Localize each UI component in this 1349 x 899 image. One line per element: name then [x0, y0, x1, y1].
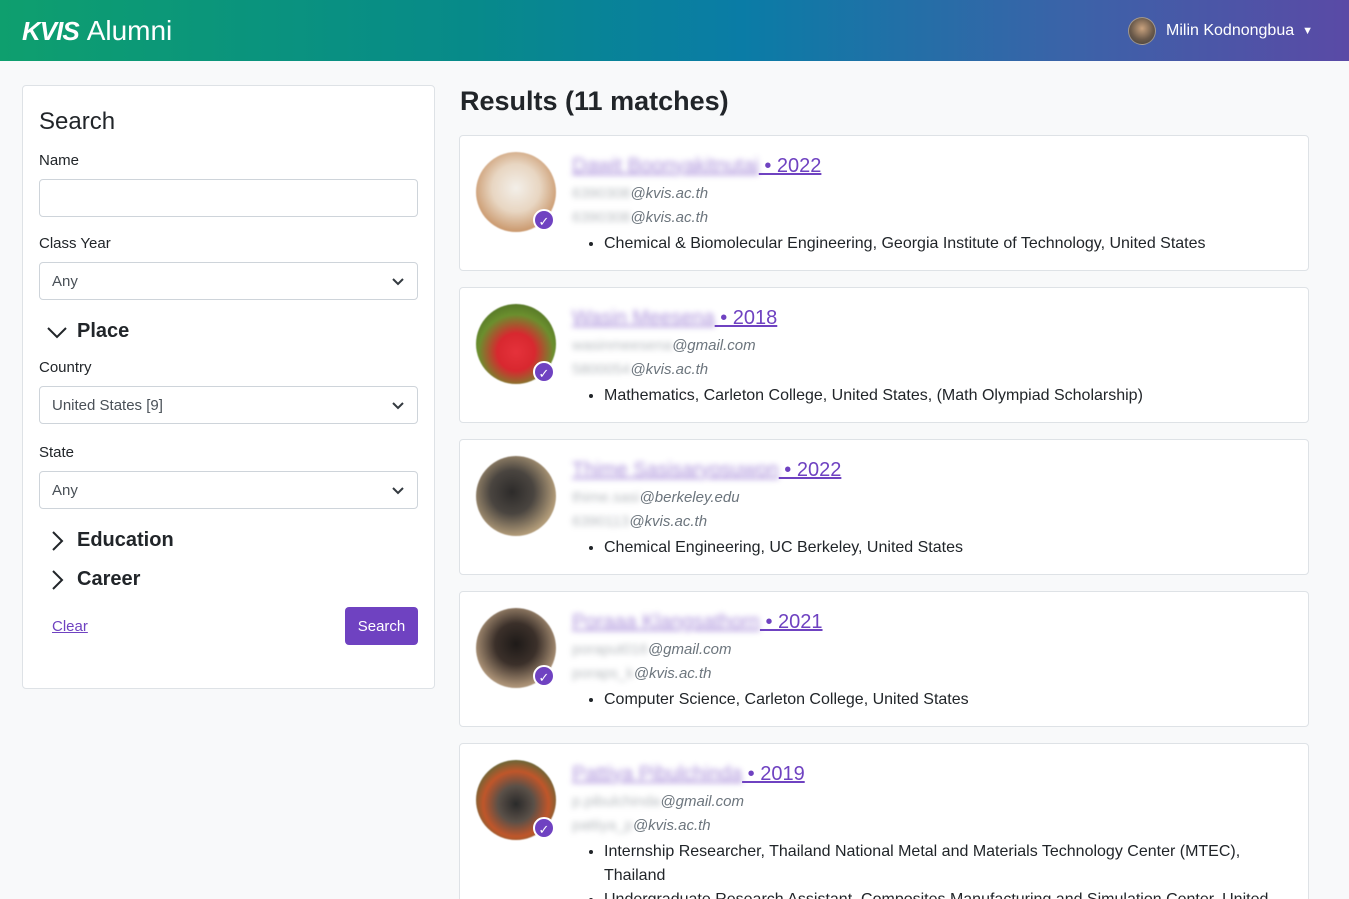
alumni-name-link[interactable]: Poraaa Klangsathorn • 2021	[572, 611, 1298, 634]
class-year-value: Any	[52, 272, 78, 290]
country-label: Country	[39, 359, 92, 376]
chevron-right-icon	[52, 530, 64, 551]
detail-item: Undergraduate Research Assistant, Compos…	[604, 888, 1298, 899]
state-select[interactable]: Any	[39, 471, 418, 509]
search-panel: Search Name Class Year Any Place Country…	[22, 85, 435, 689]
alumni-name-link[interactable]: Pattiya Pibulchinda • 2019	[572, 763, 1298, 786]
career-toggle[interactable]: Career	[39, 568, 418, 591]
alumni-details: Chemical & Biomolecular Engineering, Geo…	[572, 232, 1298, 256]
email-primary: thime.sasi@berkeley.edu	[572, 489, 740, 506]
result-card: ✓ Wasin Meesena • 2018 wasinmeesena@gmai…	[459, 287, 1309, 423]
alumni-year: • 2021	[759, 611, 823, 633]
user-avatar	[1128, 16, 1157, 45]
name-input[interactable]	[39, 179, 418, 217]
alumni-name: Poraaa Klangsathorn	[572, 611, 760, 633]
clear-link[interactable]: Clear	[52, 618, 88, 635]
alumni-name-link[interactable]: Dawit Boonyakitnutai • 2022	[572, 155, 1298, 178]
country-value: United States [9]	[52, 396, 163, 414]
name-label: Name	[39, 152, 80, 169]
chevron-right-icon	[52, 569, 64, 590]
career-label: Career	[77, 568, 141, 590]
email-primary: 6390308@kvis.ac.th	[572, 185, 709, 202]
alumni-name: Pattiya Pibulchinda	[572, 763, 743, 785]
search-button[interactable]: Search	[345, 607, 418, 645]
alumni-name: Thime Sasisaryosuwon	[572, 459, 779, 481]
email-secondary: 6390308@kvis.ac.th	[572, 209, 709, 226]
user-name: Milin Kodnongbua	[1166, 21, 1295, 39]
place-toggle[interactable]: Place	[39, 320, 418, 343]
chevron-down-icon	[392, 487, 404, 495]
email-primary: poraput016@gmail.com	[572, 641, 732, 658]
caret-down-icon: ▼	[1302, 24, 1313, 37]
detail-item: Chemical Engineering, UC Berkeley, Unite…	[604, 536, 1298, 560]
chevron-down-icon	[392, 402, 404, 410]
profile-photo	[476, 456, 556, 536]
detail-item: Internship Researcher, Thailand National…	[604, 840, 1298, 888]
chevron-down-icon	[392, 278, 404, 286]
alumni-details: Internship Researcher, Thailand National…	[572, 840, 1298, 899]
country-select[interactable]: United States [9]	[39, 386, 418, 424]
email-secondary: 5800054@kvis.ac.th	[572, 361, 709, 378]
place-label: Place	[77, 320, 130, 342]
brand-text: Alumni	[86, 14, 173, 46]
alumni-year: • 2019	[742, 763, 805, 785]
search-actions: Clear Search	[39, 607, 418, 645]
detail-item: Chemical & Biomolecular Engineering, Geo…	[604, 232, 1298, 256]
result-card: ✓ Pattiya Pibulchinda • 2019 p.pibulchin…	[459, 743, 1309, 899]
user-menu[interactable]: Milin Kodnongbua ▼	[1128, 16, 1313, 45]
alumni-name-link[interactable]: Wasin Meesena • 2018	[572, 307, 1298, 330]
result-card: ✓ Dawit Boonyakitnutai • 2022 6390308@kv…	[459, 135, 1309, 271]
chevron-down-icon	[47, 326, 67, 338]
alumni-name-link[interactable]: Thime Sasisaryosuwon • 2022	[572, 459, 1298, 482]
alumni-details: Computer Science, Carleton College, Unit…	[572, 688, 1298, 712]
email-primary: p.pibulchinda@gmail.com	[572, 793, 744, 810]
email-primary: wasinmeesena@gmail.com	[572, 337, 756, 354]
email-secondary: 6390113@kvis.ac.th	[572, 513, 708, 530]
verified-check-icon: ✓	[533, 361, 555, 383]
detail-item: Computer Science, Carleton College, Unit…	[604, 688, 1298, 712]
education-label: Education	[77, 529, 174, 551]
email-secondary: poraps_k@kvis.ac.th	[572, 665, 712, 682]
alumni-details: Chemical Engineering, UC Berkeley, Unite…	[572, 536, 1298, 560]
state-label: State	[39, 444, 75, 461]
state-value: Any	[52, 481, 78, 499]
verified-check-icon: ✓	[533, 209, 555, 231]
result-card: Thime Sasisaryosuwon • 2022 thime.sasi@b…	[459, 439, 1309, 575]
detail-item: Mathematics, Carleton College, United St…	[604, 384, 1298, 408]
verified-check-icon: ✓	[533, 817, 555, 839]
brand-logo: KVIS	[22, 15, 80, 46]
alumni-year: • 2022	[778, 459, 842, 481]
class-year-select[interactable]: Any	[39, 262, 418, 300]
alumni-year: • 2022	[758, 155, 822, 177]
alumni-name: Wasin Meesena	[572, 307, 715, 329]
search-title: Search	[39, 108, 116, 135]
verified-check-icon: ✓	[533, 665, 555, 687]
class-year-label: Class Year	[39, 235, 111, 252]
alumni-details: Mathematics, Carleton College, United St…	[572, 384, 1298, 408]
results-title: Results (11 matches)	[460, 86, 729, 116]
email-secondary: pattiya_p@kvis.ac.th	[572, 817, 711, 834]
brand-link[interactable]: KVIS Alumni	[22, 15, 172, 47]
education-toggle[interactable]: Education	[39, 529, 418, 552]
alumni-name: Dawit Boonyakitnutai	[572, 155, 759, 177]
alumni-year: • 2018	[714, 307, 778, 329]
top-navbar: KVIS Alumni Milin Kodnongbua ▼	[0, 0, 1349, 61]
result-card: ✓ Poraaa Klangsathorn • 2021 poraput016@…	[459, 591, 1309, 727]
